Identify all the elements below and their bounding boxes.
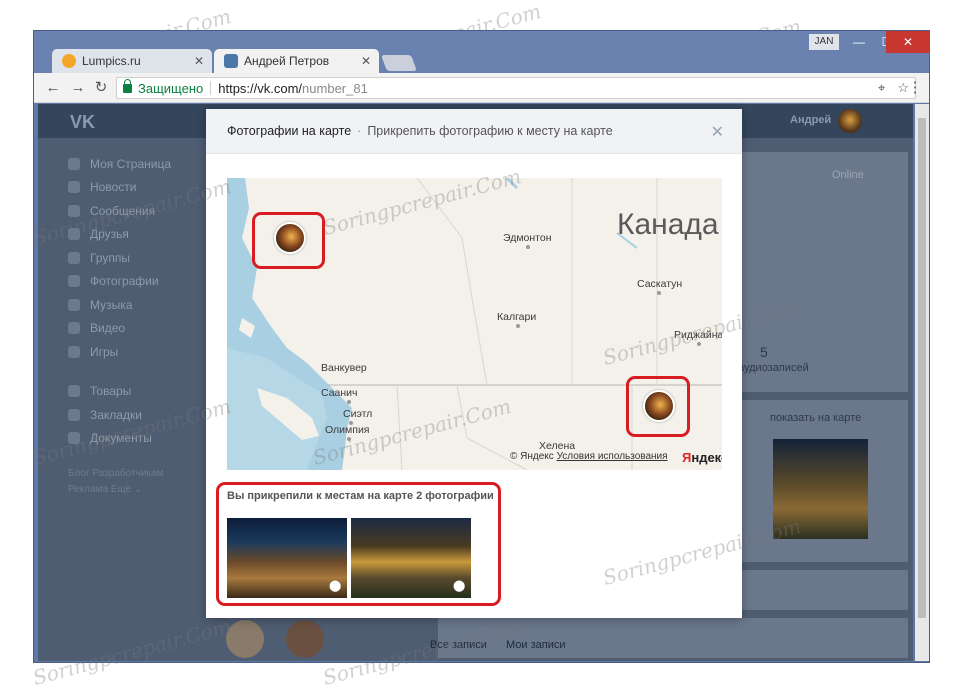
vk-logo[interactable]: VK <box>70 112 95 133</box>
news-icon <box>68 181 80 194</box>
photos-map-modal: Фотографии на карте · Прикрепить фотогра… <box>206 109 742 618</box>
location-icon[interactable]: ⌖ <box>878 80 885 96</box>
separator-dot: · <box>357 124 362 138</box>
map-copyright: © Яндекс Условия использования <box>510 451 668 462</box>
city-dot <box>697 342 701 346</box>
minimize-button[interactable]: — <box>844 31 874 53</box>
document-icon <box>68 432 80 445</box>
tab-title: Lumpics.ru <box>82 54 141 68</box>
city-label: Саскатун <box>637 278 683 290</box>
modal-title: Фотографии на карте <box>227 124 352 138</box>
url-host: https://vk.com/ <box>218 80 303 96</box>
avatar[interactable] <box>226 620 264 658</box>
home-icon <box>68 157 80 170</box>
shopping-bag-icon <box>68 385 80 398</box>
city-label: Калгари <box>497 311 537 323</box>
show-on-map-link[interactable]: показать на карте <box>770 412 861 424</box>
vk-favicon-icon <box>224 54 238 68</box>
browser-toolbar: ← → ↻ Защищено https://vk.com/ number_81… <box>34 73 929 103</box>
sidebar-item-label: Документы <box>90 431 152 446</box>
city-dot <box>516 324 520 328</box>
sidebar-item-label: Видео <box>90 321 126 336</box>
sidebar-item-label: Фотографии <box>90 274 159 289</box>
avatar[interactable] <box>286 620 324 658</box>
lock-icon <box>123 78 132 93</box>
tab-vk[interactable]: Андрей Петров ✕ <box>214 49 379 73</box>
country-label: Канада <box>617 208 719 241</box>
online-status: Online <box>832 169 864 181</box>
divider <box>210 81 212 95</box>
friends-icon <box>68 228 80 241</box>
music-icon <box>68 298 80 311</box>
avatar[interactable] <box>838 109 862 133</box>
sidebar-item-label: Моя Страница <box>90 156 172 171</box>
close-window-button[interactable]: ✕ <box>886 31 930 53</box>
sidebar-item-label: Новости <box>90 180 137 195</box>
photo-preview[interactable] <box>773 439 868 539</box>
stat-value: 5 <box>760 344 768 360</box>
city-label: Эдмонтон <box>503 232 552 244</box>
url-path: number_81 <box>302 80 368 96</box>
back-arrow-icon[interactable]: ← <box>44 79 62 97</box>
tab-all-posts[interactable]: Все записи <box>430 639 487 651</box>
tab-lumpics[interactable]: Lumpics.ru ✕ <box>52 49 212 73</box>
secure-label: Защищено <box>138 80 204 96</box>
groups-icon <box>68 251 80 264</box>
city-dot <box>657 291 661 295</box>
close-tab-icon[interactable]: ✕ <box>194 54 204 68</box>
highlight-frame <box>252 212 325 269</box>
camera-icon <box>68 275 80 288</box>
sidebar-item-label: Игры <box>90 344 119 359</box>
city-label: Саанич <box>321 387 358 399</box>
city-dot <box>347 437 351 441</box>
profile-badge[interactable]: JAN <box>809 34 839 50</box>
forward-arrow-icon[interactable]: → <box>69 79 87 97</box>
tab-bar: Lumpics.ru ✕ Андрей Петров ✕ JAN — ☐ ✕ <box>34 31 930 73</box>
city-label: Ванкувер <box>321 362 367 374</box>
sidebar-item-label: Товары <box>90 384 132 399</box>
video-icon <box>68 322 80 335</box>
sidebar-item-label: Закладки <box>90 407 142 422</box>
terms-link[interactable]: Условия использования <box>557 451 668 462</box>
menu-dots-icon[interactable]: ⋮ <box>906 79 924 97</box>
reload-icon[interactable]: ↻ <box>92 79 110 97</box>
city-dot <box>347 400 351 404</box>
copyright-text: © Яндекс <box>510 451 554 462</box>
sidebar-item-label: Друзья <box>90 227 129 242</box>
yandex-logo[interactable]: Яндекс <box>682 450 722 465</box>
city-label: Риджайна <box>674 329 722 341</box>
new-tab-button[interactable] <box>381 55 417 71</box>
scrollbar-thumb[interactable] <box>918 118 926 618</box>
page-scrollbar[interactable] <box>915 104 929 661</box>
city-label: Олимпия <box>325 424 370 436</box>
star-icon <box>68 408 80 421</box>
address-bar[interactable]: Защищено https://vk.com/ number_81 ⌖ ☆ <box>116 77 916 99</box>
sidebar-item-label: Сообщения <box>90 203 156 218</box>
tab-my-posts[interactable]: Мои записи <box>506 639 566 651</box>
sidebar-item-label: Музыка <box>90 297 133 312</box>
city-label: Сиэтл <box>343 408 373 420</box>
close-icon[interactable]: ✕ <box>711 122 724 142</box>
messages-icon <box>68 204 80 217</box>
header-user-name[interactable]: Андрей <box>790 114 831 126</box>
modal-subtitle[interactable]: Прикрепить фотографию к месту на карте <box>367 124 612 138</box>
tab-title: Андрей Петров <box>244 54 330 68</box>
gamepad-icon <box>68 345 80 358</box>
wall-tabs-card <box>438 618 908 658</box>
secure-indicator[interactable]: Защищено <box>123 78 204 96</box>
stat-label: аудиозаписей <box>738 362 809 374</box>
omnibox-icons: ⌖ ☆ <box>878 80 909 96</box>
modal-header: Фотографии на карте · Прикрепить фотогра… <box>206 109 742 154</box>
lumpics-favicon-icon <box>62 54 76 68</box>
highlight-frame <box>216 482 501 606</box>
city-dot <box>526 245 530 249</box>
highlight-frame <box>626 376 690 437</box>
close-tab-icon[interactable]: ✕ <box>361 54 371 68</box>
sidebar-item-label: Группы <box>90 250 130 265</box>
